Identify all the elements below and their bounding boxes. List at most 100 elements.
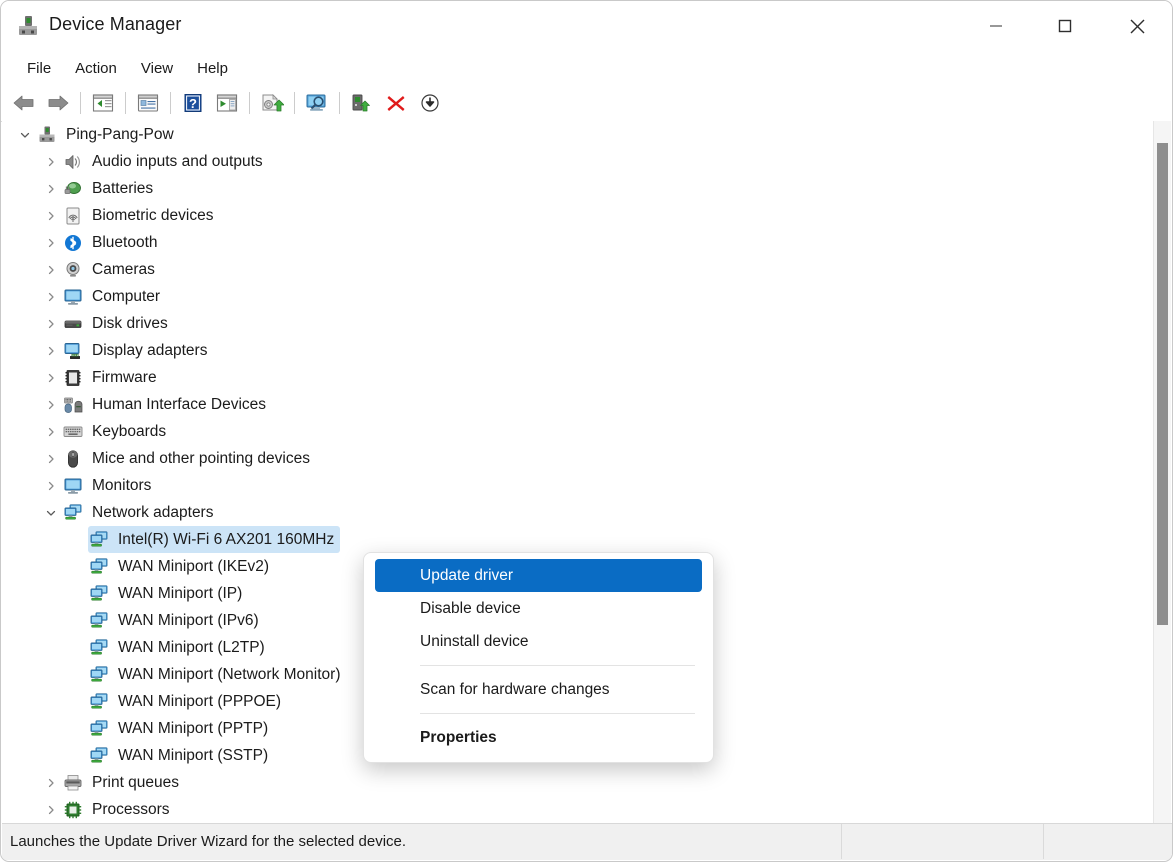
network-adapter-icon (62, 502, 84, 524)
context-menu-separator (420, 665, 695, 666)
tree-item-label: Batteries (92, 175, 153, 202)
close-button[interactable] (1111, 1, 1163, 51)
tree-indent-spacer (66, 634, 88, 661)
tree-item[interactable]: Network adapters (2, 499, 1142, 526)
computer-root-icon (36, 124, 58, 146)
tree-item[interactable]: Biometric devices (2, 202, 1142, 229)
tree-item[interactable]: Disk drives (2, 310, 1142, 337)
properties-icon[interactable] (131, 87, 165, 119)
status-bar: Launches the Update Driver Wizard for th… (2, 823, 1173, 860)
tree-item[interactable]: Firmware (2, 364, 1142, 391)
tree-item[interactable]: Display adapters (2, 337, 1142, 364)
chevron-down-icon[interactable] (14, 121, 36, 148)
tree-item[interactable]: Print queues (2, 769, 1142, 796)
tree-item-content: Biometric devices (62, 202, 213, 229)
disable-device-icon[interactable] (413, 87, 447, 119)
chevron-right-icon[interactable] (40, 202, 62, 229)
minimize-button[interactable] (970, 1, 1022, 51)
tree-item-label: Monitors (92, 472, 151, 499)
back-icon[interactable] (7, 87, 41, 119)
tree-item[interactable]: Human Interface Devices (2, 391, 1142, 418)
context-menu-item[interactable]: Disable device (364, 592, 713, 625)
chevron-right-icon[interactable] (40, 418, 62, 445)
menu-view[interactable]: View (129, 56, 185, 81)
help-icon[interactable]: ? (176, 87, 210, 119)
show-hide-console-tree-icon[interactable] (86, 87, 120, 119)
menu-help[interactable]: Help (185, 56, 240, 81)
mouse-icon (62, 448, 84, 470)
svg-text:?: ? (189, 96, 197, 111)
chevron-right-icon[interactable] (40, 229, 62, 256)
chevron-right-icon[interactable] (40, 337, 62, 364)
maximize-button[interactable] (1039, 1, 1091, 51)
toolbar-separator (170, 92, 171, 114)
chevron-right-icon[interactable] (40, 310, 62, 337)
tree-indent-spacer (66, 553, 88, 580)
network-adapter-icon (88, 637, 110, 659)
tree-item-label: Ping-Pang-Pow (66, 121, 174, 148)
menu-file[interactable]: File (15, 56, 63, 81)
tree-item-label: WAN Miniport (Network Monitor) (118, 661, 341, 688)
context-menu-item[interactable]: Properties (364, 721, 713, 754)
network-adapter-icon (88, 745, 110, 767)
chevron-right-icon[interactable] (40, 472, 62, 499)
tree-vertical-scrollbar[interactable] (1153, 121, 1171, 826)
tree-item-label: WAN Miniport (PPPOE) (118, 688, 281, 715)
tree-item[interactable]: Monitors (2, 472, 1142, 499)
tree-item-content: Audio inputs and outputs (62, 148, 263, 175)
network-adapter-icon (88, 529, 110, 551)
chevron-right-icon[interactable] (40, 445, 62, 472)
tree-item[interactable]: Processors (2, 796, 1142, 823)
menu-action[interactable]: Action (63, 56, 129, 81)
tree-item[interactable]: Cameras (2, 256, 1142, 283)
hid-icon (62, 394, 84, 416)
tree-item[interactable]: Audio inputs and outputs (2, 148, 1142, 175)
tree-item-label: Keyboards (92, 418, 166, 445)
tree-item[interactable]: Ping-Pang-Pow (2, 121, 1142, 148)
tree-item-content: Bluetooth (62, 229, 158, 256)
chevron-right-icon[interactable] (40, 148, 62, 175)
speaker-icon (62, 151, 84, 173)
device-manager-icon (15, 13, 41, 39)
tree-item-content: Monitors (62, 472, 151, 499)
tree-item[interactable]: Mice and other pointing devices (2, 445, 1142, 472)
context-menu-item[interactable]: Update driver (375, 559, 702, 592)
printer-icon (62, 772, 84, 794)
status-panel-2 (843, 824, 1044, 859)
context-menu-item[interactable]: Scan for hardware changes (364, 673, 713, 706)
chevron-down-icon[interactable] (40, 499, 62, 526)
tree-item-label: Computer (92, 283, 160, 310)
fingerprint-icon (62, 205, 84, 227)
toolbar-separator (339, 92, 340, 114)
tree-item[interactable]: Bluetooth (2, 229, 1142, 256)
toolbar-separator (125, 92, 126, 114)
network-adapter-icon (88, 556, 110, 578)
enable-device-icon[interactable] (345, 87, 379, 119)
scan-for-hardware-changes-icon[interactable] (300, 87, 334, 119)
chevron-right-icon[interactable] (40, 391, 62, 418)
tree-item[interactable]: Batteries (2, 175, 1142, 202)
tree-item[interactable]: Keyboards (2, 418, 1142, 445)
tree-item[interactable]: Computer (2, 283, 1142, 310)
forward-icon[interactable] (41, 87, 75, 119)
tree-item-content: WAN Miniport (IP) (88, 580, 242, 607)
tree-item[interactable]: Intel(R) Wi-Fi 6 AX201 160MHz (2, 526, 1142, 553)
update-driver-icon[interactable] (255, 87, 289, 119)
network-adapter-icon (88, 583, 110, 605)
chevron-right-icon[interactable] (40, 175, 62, 202)
tree-item-content: Mice and other pointing devices (62, 445, 310, 472)
tree-item-content: Human Interface Devices (62, 391, 266, 418)
chevron-right-icon[interactable] (40, 796, 62, 823)
chevron-right-icon[interactable] (40, 769, 62, 796)
battery-icon (62, 178, 84, 200)
show-hide-action-pane-icon[interactable] (210, 87, 244, 119)
chevron-right-icon[interactable] (40, 364, 62, 391)
scrollbar-thumb[interactable] (1157, 143, 1168, 625)
tree-item-label: WAN Miniport (SSTP) (118, 742, 268, 769)
tree-item-label: Intel(R) Wi-Fi 6 AX201 160MHz (118, 526, 334, 553)
chevron-right-icon[interactable] (40, 256, 62, 283)
context-menu-item[interactable]: Uninstall device (364, 625, 713, 658)
processor-icon (62, 799, 84, 821)
chevron-right-icon[interactable] (40, 283, 62, 310)
uninstall-device-icon[interactable] (379, 87, 413, 119)
